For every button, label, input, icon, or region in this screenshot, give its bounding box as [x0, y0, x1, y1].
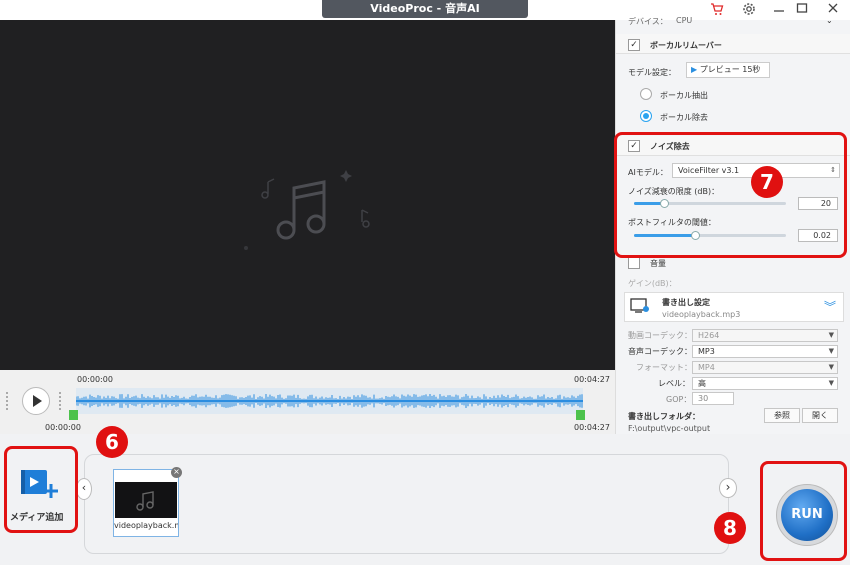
media-thumbnail[interactable]: videoplayback.mp — [113, 469, 179, 537]
thumbnail-filename: videoplayback.mp — [114, 521, 178, 530]
video-codec-value: H264 — [698, 331, 720, 340]
open-button[interactable]: 開く — [802, 408, 838, 423]
export-title: 書き出し設定 — [662, 298, 710, 307]
format-select[interactable]: MP4 ▼ — [692, 361, 838, 374]
export-filename: videoplayback.mp3 — [662, 310, 741, 319]
gear-icon[interactable] — [740, 2, 758, 18]
chevron-left-icon[interactable]: ‹ — [76, 478, 92, 500]
gop-input[interactable]: 30 — [692, 392, 734, 405]
chevron-right-icon[interactable]: › — [719, 478, 737, 498]
play-icon: ▶ — [691, 65, 698, 74]
highlight-add-media — [4, 446, 78, 533]
vocal-remove-radio[interactable] — [640, 110, 652, 122]
highlight-noise-removal — [614, 132, 847, 258]
vocal-extract-radio[interactable] — [640, 88, 652, 100]
window-title: VideoProc - 音声AI — [322, 0, 528, 18]
drag-handle[interactable] — [6, 392, 14, 410]
browse-button[interactable]: 参照 — [764, 408, 800, 423]
gop-label: GOP： — [666, 395, 692, 404]
trim-end-handle[interactable] — [576, 410, 585, 420]
close-icon[interactable]: × — [171, 467, 182, 478]
export-row-label: レベル： — [658, 379, 690, 388]
video-codec-select[interactable]: H264 ▼ — [692, 329, 838, 342]
device-label: デバイス： — [628, 17, 668, 26]
annotation-badge-7: 7 — [751, 166, 783, 198]
start-time-bottom: 00:00:00 — [45, 423, 81, 432]
audio-codec-value: MP3 — [698, 347, 715, 356]
gain-label: ゲイン(dB)： — [628, 279, 677, 288]
timeline: 00:00:00 00:04:27 00:00:00 00:04:27 — [0, 370, 615, 434]
vocal-remover-checkbox[interactable]: ✓ — [628, 39, 640, 51]
export-row-label: 動画コーデック： — [628, 331, 692, 340]
highlight-run — [760, 461, 847, 561]
chevron-down-icon[interactable]: ⌄ — [826, 16, 833, 25]
start-time-top: 00:00:00 — [77, 375, 113, 384]
annotation-badge-8: 8 — [714, 512, 746, 544]
cart-icon[interactable] — [708, 2, 726, 18]
preview-15s-button[interactable]: ▶ プレビュー 15秒 — [686, 62, 770, 78]
preview-area — [0, 20, 615, 370]
annotation-badge-6: 6 — [96, 426, 128, 458]
export-row-label: 音声コーデック： — [628, 347, 692, 356]
output-folder-path: F:\output\vpc-output — [628, 424, 711, 433]
preview-button-label: プレビュー 15秒 — [699, 65, 761, 74]
music-note-icon — [244, 170, 370, 250]
end-time-top: 00:04:27 — [574, 375, 610, 384]
level-value: 高 — [698, 379, 706, 388]
audio-codec-select[interactable]: MP3 ▼ — [692, 345, 838, 358]
minimize-icon[interactable] — [770, 2, 788, 18]
model-setting-label: モデル設定： — [628, 68, 676, 77]
end-time-bottom: 00:04:27 — [574, 423, 610, 432]
vocal-remover-label: ボーカルリムーバー — [650, 41, 722, 50]
device-value[interactable]: CPU — [676, 16, 692, 25]
format-value: MP4 — [698, 363, 715, 372]
trim-start-handle[interactable] — [69, 410, 78, 420]
level-select[interactable]: 高 ▼ — [692, 377, 838, 390]
maximize-icon[interactable] — [793, 2, 811, 18]
export-monitor-icon — [630, 298, 650, 317]
media-bar: ‹ › メディア追加 6 videoplayback.mp × RUN 8 — [0, 426, 850, 565]
double-chevron-icon[interactable]: ︾ — [824, 298, 836, 315]
drag-handle-right[interactable] — [59, 392, 67, 410]
export-row-label: フォーマット： — [636, 363, 692, 372]
volume-label: 音量 — [650, 259, 666, 268]
play-button[interactable] — [22, 387, 50, 415]
vocal-remove-label: ボーカル除去 — [660, 113, 708, 122]
music-note-icon — [136, 491, 154, 511]
volume-checkbox[interactable] — [628, 257, 640, 269]
title-bar: VideoProc - 音声AI — [0, 0, 850, 20]
waveform[interactable] — [75, 388, 583, 414]
vocal-extract-label: ボーカル抽出 — [660, 91, 708, 100]
output-folder-label: 書き出しフォルダ： — [628, 412, 700, 421]
